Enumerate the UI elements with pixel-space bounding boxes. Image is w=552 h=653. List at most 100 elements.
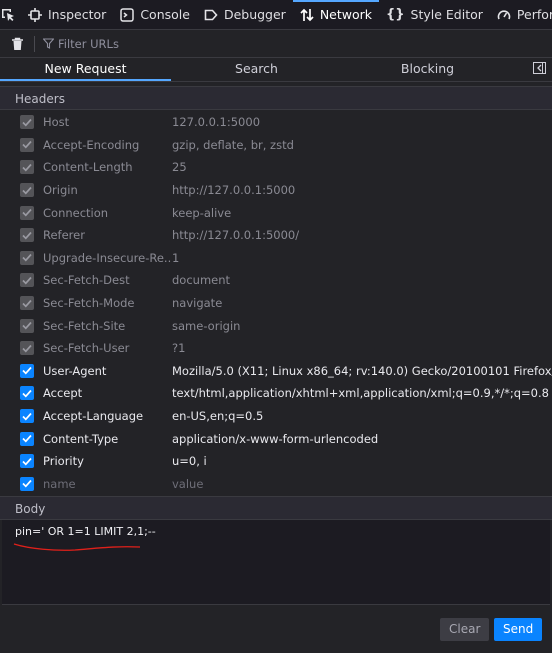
filter-urls-input[interactable]: Filter URLs xyxy=(58,37,119,51)
header-value[interactable]: http://127.0.0.1:5000 xyxy=(172,183,552,197)
header-name[interactable]: Upgrade-Insecure-Re... xyxy=(43,251,172,265)
filter-separator xyxy=(34,35,35,52)
checkmark-icon xyxy=(22,389,32,398)
header-row: Sec-Fetch-Dest document xyxy=(0,269,552,292)
checkmark-icon xyxy=(22,118,32,127)
header-row: Content-Length 25 xyxy=(0,156,552,179)
tab-label: Debugger xyxy=(223,7,286,22)
header-checkbox[interactable] xyxy=(20,115,34,130)
header-name[interactable]: Sec-Fetch-Dest xyxy=(43,273,172,287)
checkmark-icon xyxy=(22,480,32,488)
tab-console[interactable]: Console xyxy=(113,0,197,29)
header-checkbox[interactable] xyxy=(20,160,34,175)
header-value[interactable]: keep-alive xyxy=(172,206,552,220)
clear-requests-button[interactable] xyxy=(0,37,34,51)
header-checkbox[interactable] xyxy=(20,341,34,356)
header-name[interactable]: Host xyxy=(43,115,172,129)
checkmark-icon xyxy=(22,344,32,353)
header-checkbox[interactable] xyxy=(20,386,34,401)
header-row: Sec-Fetch-Mode navigate xyxy=(0,292,552,315)
header-name[interactable]: User-Agent xyxy=(43,364,172,378)
element-picker-icon xyxy=(2,8,14,21)
header-checkbox[interactable] xyxy=(20,250,34,265)
header-checkbox[interactable] xyxy=(20,409,34,424)
tab-debugger[interactable]: Debugger xyxy=(197,0,293,29)
console-icon xyxy=(120,7,135,22)
header-checkbox[interactable] xyxy=(20,183,34,198)
trash-icon xyxy=(11,37,23,50)
header-name[interactable]: Accept-Language xyxy=(43,409,172,423)
checkmark-icon xyxy=(22,412,32,421)
tab-search[interactable]: Search xyxy=(171,58,342,81)
network-icon xyxy=(300,8,314,22)
header-value[interactable]: 25 xyxy=(172,160,552,174)
header-checkbox[interactable] xyxy=(20,431,34,446)
header-value[interactable]: gzip, deflate, br, zstd xyxy=(172,138,552,152)
header-name[interactable]: Origin xyxy=(43,183,172,197)
header-name[interactable]: Content-Length xyxy=(43,160,172,174)
style-editor-icon: {} xyxy=(386,7,405,22)
header-checkbox[interactable] xyxy=(20,296,34,311)
header-value[interactable]: text/html,application/xhtml+xml,applicat… xyxy=(172,386,552,400)
header-row: Origin http://127.0.0.1:5000 xyxy=(0,179,552,202)
header-row: Content-Type application/x-www-form-urlen… xyxy=(0,427,552,450)
tab-performance[interactable]: Perform xyxy=(490,0,552,29)
tab-label: Network xyxy=(319,7,373,22)
checkmark-icon xyxy=(22,209,32,217)
tab-network[interactable]: Network xyxy=(293,0,379,29)
header-value[interactable]: u=0, i xyxy=(172,454,552,468)
header-value[interactable]: Mozilla/5.0 (X11; Linux x86_64; rv:140.0… xyxy=(172,364,552,378)
header-row: Connection keep-alive xyxy=(0,201,552,224)
new-header-value-input[interactable]: value xyxy=(172,477,552,491)
filter-bar: Filter URLs xyxy=(0,30,552,58)
header-value[interactable]: 127.0.0.1:5000 xyxy=(172,115,552,129)
header-name[interactable]: Referer xyxy=(43,228,172,242)
header-value[interactable]: document xyxy=(172,273,552,287)
header-row: User-Agent Mozilla/5.0 (X11; Linux x86_64… xyxy=(0,360,552,383)
header-name[interactable]: Content-Type xyxy=(43,432,172,446)
new-header-name-input[interactable]: name xyxy=(43,477,172,491)
header-row: Referer http://127.0.0.1:5000/ xyxy=(0,224,552,247)
tab-new-request[interactable]: New Request xyxy=(0,58,171,81)
tab-style-editor[interactable]: {} Style Editor xyxy=(379,0,490,29)
header-value[interactable]: http://127.0.0.1:5000/ xyxy=(172,228,552,242)
clear-button[interactable]: Clear xyxy=(440,618,490,641)
checkmark-icon xyxy=(22,435,32,443)
header-name[interactable]: Priority xyxy=(43,454,172,468)
tab-label: Perform xyxy=(516,7,552,22)
header-name[interactable]: Accept xyxy=(43,386,172,400)
header-checkbox[interactable] xyxy=(20,454,34,469)
header-checkbox[interactable] xyxy=(20,273,34,288)
header-value[interactable]: ?1 xyxy=(172,341,552,355)
header-row: Accept text/html,application/xhtml+xml,ap… xyxy=(0,382,552,405)
checkmark-icon xyxy=(22,276,32,285)
header-name[interactable]: Sec-Fetch-User xyxy=(43,341,172,355)
header-value[interactable]: 1 xyxy=(172,251,552,265)
header-checkbox[interactable] xyxy=(20,228,34,243)
header-row: Host 127.0.0.1:5000 xyxy=(0,111,552,134)
new-header-checkbox[interactable] xyxy=(20,476,34,491)
header-name[interactable]: Sec-Fetch-Site xyxy=(43,319,172,333)
header-name[interactable]: Sec-Fetch-Mode xyxy=(43,296,172,310)
tab-label: Style Editor xyxy=(410,7,483,22)
header-value[interactable]: navigate xyxy=(172,296,552,310)
new-header-row: name value xyxy=(0,473,552,496)
header-row: Upgrade-Insecure-Re... 1 xyxy=(0,247,552,270)
header-checkbox[interactable] xyxy=(20,205,34,220)
collapse-panel-icon[interactable] xyxy=(533,62,546,77)
header-value[interactable]: application/x-www-form-urlencoded xyxy=(172,432,552,446)
tab-blocking[interactable]: Blocking xyxy=(342,58,513,81)
element-picker-button[interactable] xyxy=(0,0,16,29)
tab-label: Inspector xyxy=(48,7,107,22)
header-checkbox[interactable] xyxy=(20,318,34,333)
tab-inspector[interactable]: Inspector xyxy=(21,0,113,29)
header-checkbox[interactable] xyxy=(20,137,34,152)
header-row: Sec-Fetch-User ?1 xyxy=(0,337,552,360)
header-checkbox[interactable] xyxy=(20,363,34,378)
header-name[interactable]: Connection xyxy=(43,206,172,220)
body-content: pin=' OR 1=1 LIMIT 2,1;-- xyxy=(15,525,156,538)
send-button[interactable]: Send xyxy=(494,618,543,641)
header-value[interactable]: en-US,en;q=0.5 xyxy=(172,409,552,423)
header-name[interactable]: Accept-Encoding xyxy=(43,138,172,152)
header-value[interactable]: same-origin xyxy=(172,319,552,333)
